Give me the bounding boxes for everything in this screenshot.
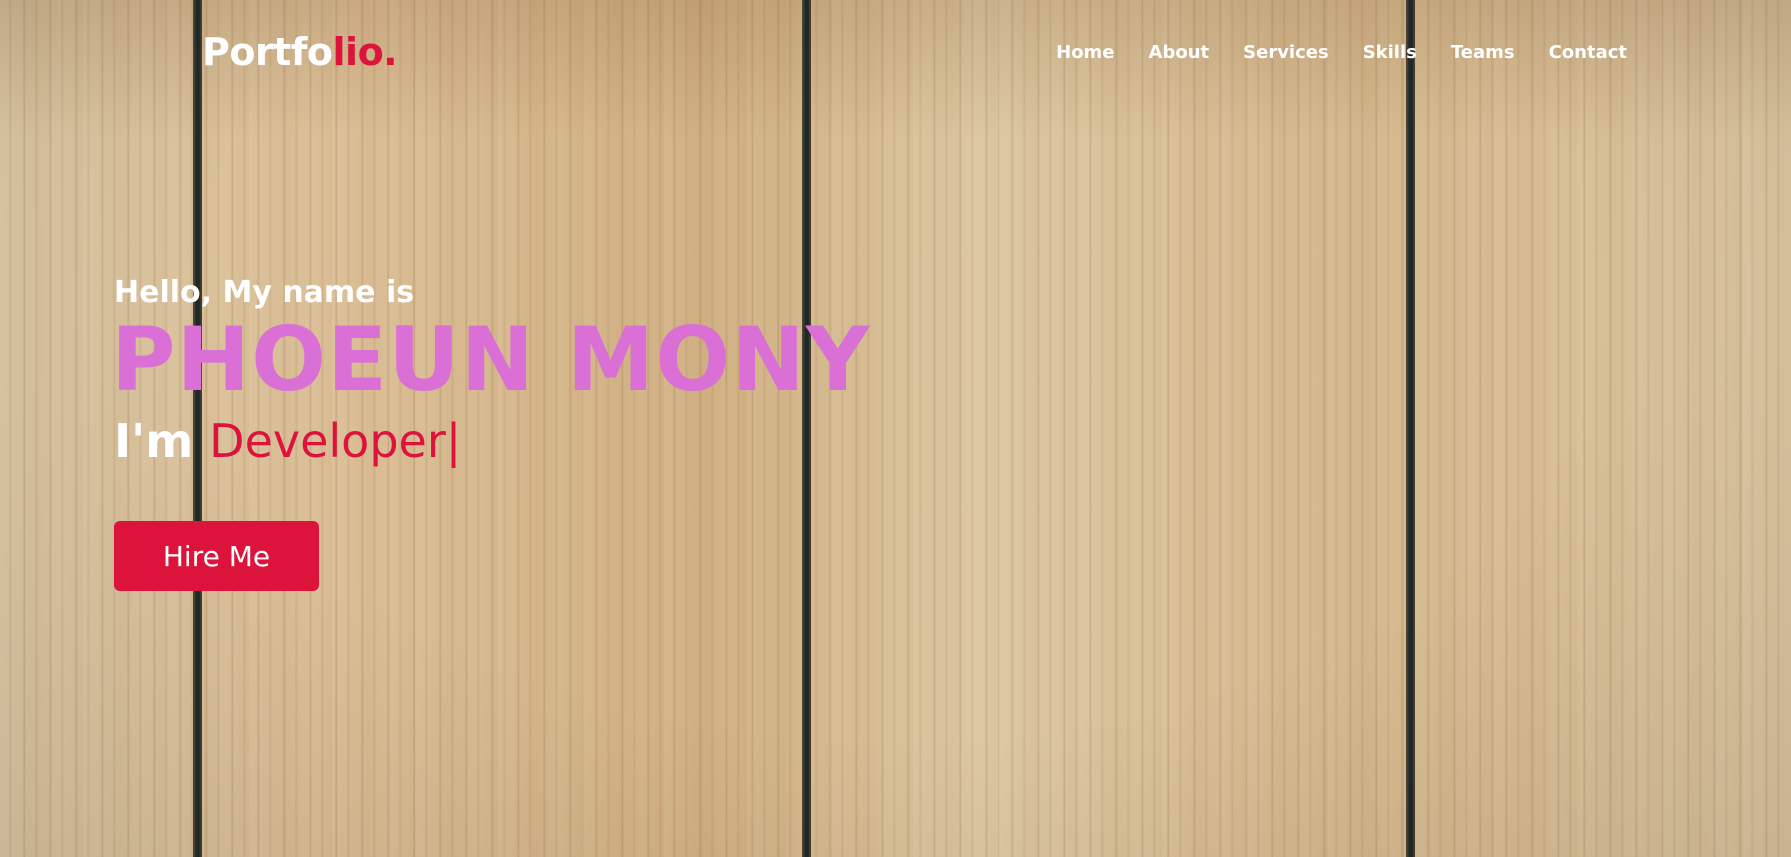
hero-role: I'm Developer| [114, 418, 871, 464]
hero-content: Hello, My name is PHOEUN MONY I'm Develo… [111, 275, 871, 465]
site-logo[interactable]: Portfolio. [202, 30, 398, 74]
logo-text-main: Portfo [202, 30, 333, 74]
role-typed-text: Developer [209, 414, 446, 468]
nav-item-services[interactable]: Services [1243, 42, 1329, 63]
nav-item-teams[interactable]: Teams [1451, 42, 1515, 63]
hero-name: PHOEUN MONY [111, 308, 871, 411]
nav-item-home[interactable]: Home [1056, 42, 1114, 63]
nav-item-contact[interactable]: Contact [1549, 42, 1627, 63]
hire-me-button[interactable]: Hire Me [114, 521, 319, 591]
logo-text-accent: lio. [332, 30, 398, 74]
hero-greeting: Hello, My name is [114, 275, 415, 310]
main-nav: Home About Services Skills Teams Contact [1022, 42, 1627, 63]
nav-item-about[interactable]: About [1149, 42, 1210, 63]
role-prefix: I'm [114, 414, 210, 468]
typing-cursor: | [445, 414, 462, 468]
nav-item-skills[interactable]: Skills [1363, 42, 1417, 63]
